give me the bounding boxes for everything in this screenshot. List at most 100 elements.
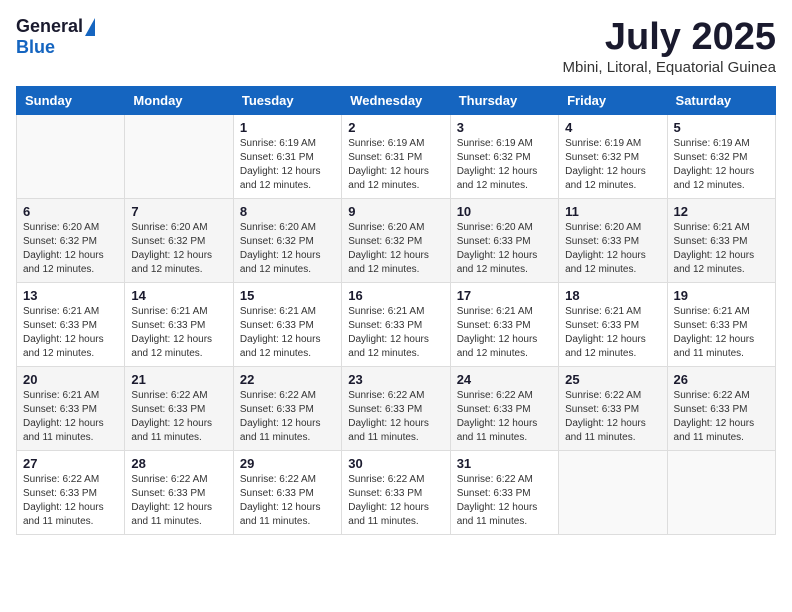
day-number: 25 [565,372,660,387]
day-number: 7 [131,204,226,219]
day-number: 9 [348,204,443,219]
day-number: 18 [565,288,660,303]
calendar-cell: 13 Sunrise: 6:21 AM Sunset: 6:33 PM Dayli… [17,283,125,367]
calendar-cell: 20Sunrise: 6:21 AM Sunset: 6:33 PM Dayli… [17,367,125,451]
calendar-cell: 24 Sunrise: 6:22 AM Sunset: 6:33 PM Dayli… [450,367,558,451]
day-info: Sunrise: 6:20 AM Sunset: 6:33 PM Dayligh… [565,221,660,277]
calendar-cell: 3 Sunrise: 6:19 AM Sunset: 6:32 PM Daylig… [450,115,558,199]
day-info: Sunrise: 6:22 AM Sunset: 6:33 PM Dayligh… [348,389,443,445]
day-info: Sunrise: 6:20 AM Sunset: 6:32 PM Dayligh… [240,221,335,277]
calendar-cell: 27Sunrise: 6:22 AM Sunset: 6:33 PM Dayli… [17,451,125,535]
day-info: Sunrise: 6:19 AM Sunset: 6:32 PM Dayligh… [565,137,660,193]
calendar-cell: 31 Sunrise: 6:22 AM Sunset: 6:33 PM Dayli… [450,451,558,535]
calendar-header-friday: Friday [559,87,667,115]
logo-blue-text: Blue [16,37,55,58]
day-number: 6 [23,204,118,219]
day-info: Sunrise: 6:21 AM Sunset: 6:33 PM Dayligh… [23,389,118,445]
location-subtitle: Mbini, Litoral, Equatorial Guinea [563,59,776,76]
day-info: Sunrise: 6:21 AM Sunset: 6:33 PM Dayligh… [348,305,443,361]
calendar-cell: 30 Sunrise: 6:22 AM Sunset: 6:33 PM Dayli… [342,451,450,535]
calendar-cell: 2Sunrise: 6:19 AM Sunset: 6:31 PM Daylig… [342,115,450,199]
day-number: 29 [240,456,335,471]
calendar-cell: 7 Sunrise: 6:20 AM Sunset: 6:32 PM Daylig… [125,199,233,283]
day-info: Sunrise: 6:20 AM Sunset: 6:33 PM Dayligh… [457,221,552,277]
day-number: 14 [131,288,226,303]
title-area: July 2025 Mbini, Litoral, Equatorial Gui… [563,16,776,76]
day-info: Sunrise: 6:20 AM Sunset: 6:32 PM Dayligh… [131,221,226,277]
calendar-cell: 10 Sunrise: 6:20 AM Sunset: 6:33 PM Dayli… [450,199,558,283]
logo-triangle-icon [85,18,95,36]
month-year-title: July 2025 [563,16,776,59]
day-info: Sunrise: 6:22 AM Sunset: 6:33 PM Dayligh… [240,389,335,445]
day-info: Sunrise: 6:19 AM Sunset: 6:31 PM Dayligh… [240,137,335,193]
calendar-cell: 26Sunrise: 6:22 AM Sunset: 6:33 PM Dayli… [667,367,775,451]
day-info: Sunrise: 6:22 AM Sunset: 6:33 PM Dayligh… [457,473,552,529]
day-number: 30 [348,456,443,471]
day-number: 1 [240,120,335,135]
day-info: Sunrise: 6:22 AM Sunset: 6:33 PM Dayligh… [131,473,226,529]
calendar-week-1: 1 Sunrise: 6:19 AM Sunset: 6:31 PM Daylig… [17,115,776,199]
day-info: Sunrise: 6:22 AM Sunset: 6:33 PM Dayligh… [240,473,335,529]
calendar-cell: 25Sunrise: 6:22 AM Sunset: 6:33 PM Dayli… [559,367,667,451]
calendar-cell: 19 Sunrise: 6:21 AM Sunset: 6:33 PM Dayli… [667,283,775,367]
day-number: 12 [674,204,769,219]
day-number: 28 [131,456,226,471]
calendar-week-5: 27Sunrise: 6:22 AM Sunset: 6:33 PM Dayli… [17,451,776,535]
calendar-cell: 5Sunrise: 6:19 AM Sunset: 6:32 PM Daylig… [667,115,775,199]
page-header: General Blue July 2025 Mbini, Litoral, E… [16,16,776,76]
calendar-cell: 12 Sunrise: 6:21 AM Sunset: 6:33 PM Dayli… [667,199,775,283]
calendar-cell [667,451,775,535]
day-info: Sunrise: 6:19 AM Sunset: 6:32 PM Dayligh… [457,137,552,193]
day-number: 10 [457,204,552,219]
day-info: Sunrise: 6:21 AM Sunset: 6:33 PM Dayligh… [23,305,118,361]
calendar-header-saturday: Saturday [667,87,775,115]
day-number: 19 [674,288,769,303]
calendar-header-wednesday: Wednesday [342,87,450,115]
day-info: Sunrise: 6:22 AM Sunset: 6:33 PM Dayligh… [131,389,226,445]
day-info: Sunrise: 6:22 AM Sunset: 6:33 PM Dayligh… [23,473,118,529]
calendar-cell: 9 Sunrise: 6:20 AM Sunset: 6:32 PM Daylig… [342,199,450,283]
day-number: 24 [457,372,552,387]
calendar-body: 1 Sunrise: 6:19 AM Sunset: 6:31 PM Daylig… [17,115,776,535]
calendar-cell: 28 Sunrise: 6:22 AM Sunset: 6:33 PM Dayli… [125,451,233,535]
calendar-header-row: SundayMondayTuesdayWednesdayThursdayFrid… [17,87,776,115]
day-info: Sunrise: 6:21 AM Sunset: 6:33 PM Dayligh… [674,221,769,277]
day-info: Sunrise: 6:22 AM Sunset: 6:33 PM Dayligh… [457,389,552,445]
calendar-header-sunday: Sunday [17,87,125,115]
day-info: Sunrise: 6:21 AM Sunset: 6:33 PM Dayligh… [240,305,335,361]
calendar-header-thursday: Thursday [450,87,558,115]
day-info: Sunrise: 6:21 AM Sunset: 6:33 PM Dayligh… [457,305,552,361]
day-info: Sunrise: 6:20 AM Sunset: 6:32 PM Dayligh… [348,221,443,277]
calendar-week-3: 13 Sunrise: 6:21 AM Sunset: 6:33 PM Dayli… [17,283,776,367]
calendar-cell: 11 Sunrise: 6:20 AM Sunset: 6:33 PM Dayli… [559,199,667,283]
day-number: 11 [565,204,660,219]
calendar-cell: 6 Sunrise: 6:20 AM Sunset: 6:32 PM Daylig… [17,199,125,283]
calendar-cell: 23 Sunrise: 6:22 AM Sunset: 6:33 PM Dayli… [342,367,450,451]
calendar-cell: 22 Sunrise: 6:22 AM Sunset: 6:33 PM Dayli… [233,367,341,451]
day-number: 5 [674,120,769,135]
day-number: 21 [131,372,226,387]
day-info: Sunrise: 6:21 AM Sunset: 6:33 PM Dayligh… [565,305,660,361]
calendar-week-4: 20Sunrise: 6:21 AM Sunset: 6:33 PM Dayli… [17,367,776,451]
day-info: Sunrise: 6:22 AM Sunset: 6:33 PM Dayligh… [348,473,443,529]
day-info: Sunrise: 6:21 AM Sunset: 6:33 PM Dayligh… [674,305,769,361]
day-info: Sunrise: 6:21 AM Sunset: 6:33 PM Dayligh… [131,305,226,361]
calendar-cell: 21 Sunrise: 6:22 AM Sunset: 6:33 PM Dayli… [125,367,233,451]
calendar-cell [17,115,125,199]
calendar-cell: 1 Sunrise: 6:19 AM Sunset: 6:31 PM Daylig… [233,115,341,199]
calendar-header-tuesday: Tuesday [233,87,341,115]
day-number: 16 [348,288,443,303]
day-number: 13 [23,288,118,303]
day-number: 31 [457,456,552,471]
day-info: Sunrise: 6:20 AM Sunset: 6:32 PM Dayligh… [23,221,118,277]
calendar-cell: 18 Sunrise: 6:21 AM Sunset: 6:33 PM Dayli… [559,283,667,367]
day-number: 22 [240,372,335,387]
day-number: 17 [457,288,552,303]
calendar-cell: 17 Sunrise: 6:21 AM Sunset: 6:33 PM Dayli… [450,283,558,367]
day-number: 23 [348,372,443,387]
day-number: 15 [240,288,335,303]
day-number: 4 [565,120,660,135]
calendar-cell: 29 Sunrise: 6:22 AM Sunset: 6:33 PM Dayli… [233,451,341,535]
calendar-cell [559,451,667,535]
day-number: 3 [457,120,552,135]
